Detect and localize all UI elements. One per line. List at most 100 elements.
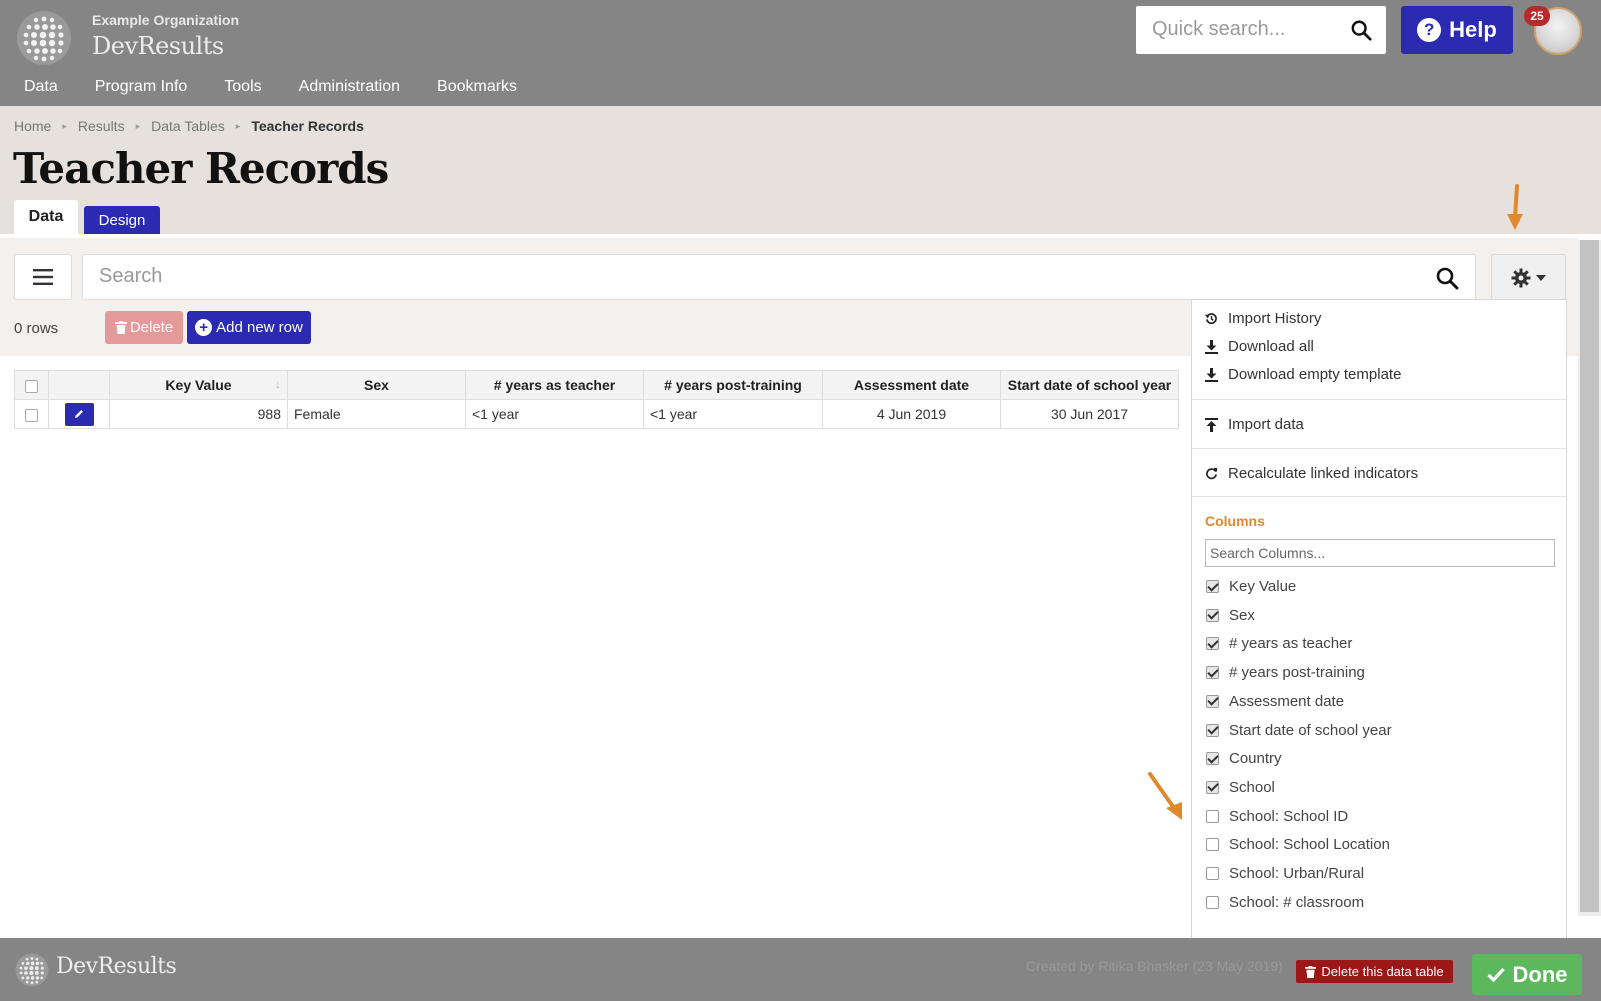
- refresh-icon: [1204, 467, 1218, 481]
- column-option[interactable]: School: School ID: [1206, 808, 1348, 825]
- done-button[interactable]: Done: [1472, 954, 1582, 995]
- checkmark-icon: [1486, 967, 1505, 982]
- page-scrollbar[interactable]: [1578, 240, 1601, 916]
- tab-design[interactable]: Design: [84, 206, 160, 234]
- column-checkbox[interactable]: [1206, 723, 1219, 737]
- annotation-arrow-icon: [1148, 772, 1182, 820]
- delete-data-table-button[interactable]: Delete this data table: [1296, 960, 1453, 983]
- cell-key-value[interactable]: 988: [109, 399, 288, 429]
- column-option-label: # years as teacher: [1229, 635, 1353, 653]
- question-circle-icon: ?: [1417, 18, 1442, 42]
- table-search-input[interactable]: [99, 265, 1399, 288]
- edit-column-header: [48, 370, 110, 400]
- data-table: Key Value ↓ Sex # years as teacher # yea…: [14, 370, 1179, 429]
- menu-item-label: Download all: [1228, 338, 1314, 355]
- menu-item-label: Download empty template: [1228, 366, 1402, 383]
- column-option[interactable]: School: # classroom: [1206, 894, 1364, 911]
- search-icon[interactable]: [1435, 266, 1459, 290]
- nav-item-program-info[interactable]: Program Info: [95, 78, 187, 96]
- column-option-label: School: School ID: [1229, 807, 1349, 825]
- edit-row-button[interactable]: [64, 402, 94, 426]
- cell-start-date[interactable]: 30 Jun 2017: [1000, 399, 1179, 429]
- search-icon[interactable]: [1350, 19, 1372, 41]
- column-checkbox[interactable]: [1206, 608, 1219, 622]
- column-option[interactable]: # years as teacher: [1206, 635, 1352, 652]
- sort-arrow-down-icon[interactable]: ↓: [275, 377, 281, 391]
- trash-icon: [114, 321, 127, 334]
- columns-search-input[interactable]: [1205, 539, 1555, 567]
- column-option[interactable]: Assessment date: [1206, 693, 1344, 710]
- nav-item-tools[interactable]: Tools: [224, 78, 261, 96]
- table-header-row: Key Value ↓ Sex # years as teacher # yea…: [14, 370, 1179, 400]
- column-checkbox[interactable]: [1206, 637, 1219, 651]
- column-checkbox[interactable]: [1206, 580, 1219, 593]
- column-checkbox[interactable]: [1206, 895, 1219, 909]
- column-checkbox[interactable]: [1206, 780, 1219, 794]
- menu-button[interactable]: [14, 254, 72, 300]
- column-checkbox[interactable]: [1206, 838, 1219, 852]
- cell-years-post-training[interactable]: <1 year: [643, 399, 823, 429]
- page-heading-area: Home ▸ Results ▸ Data Tables ▸ Teacher R…: [0, 106, 1601, 234]
- column-option[interactable]: Sex: [1206, 607, 1255, 624]
- quick-search-input[interactable]: [1152, 18, 1342, 41]
- column-header-sex[interactable]: Sex: [287, 370, 466, 400]
- delete-button[interactable]: Delete: [105, 311, 183, 344]
- nav-item-administration[interactable]: Administration: [299, 78, 400, 96]
- column-checkbox[interactable]: [1206, 867, 1219, 880]
- settings-dropdown-button[interactable]: [1491, 254, 1566, 301]
- download-icon: [1204, 367, 1218, 382]
- column-checkbox[interactable]: [1206, 752, 1219, 766]
- column-checkbox[interactable]: [1206, 666, 1219, 680]
- help-button[interactable]: ? Help: [1401, 6, 1513, 54]
- menu-item-download-empty-template[interactable]: Download empty template: [1204, 366, 1401, 383]
- devresults-logo-icon[interactable]: [16, 10, 72, 66]
- settings-dropdown-menu: Import History Download all Download emp…: [1191, 299, 1567, 939]
- menu-divider: [1192, 448, 1566, 449]
- column-option-label: School: Urban/Rural: [1229, 865, 1365, 882]
- column-option[interactable]: Country: [1206, 750, 1282, 767]
- breadcrumb-home[interactable]: Home: [14, 118, 51, 134]
- column-option[interactable]: School: Urban/Rural: [1206, 865, 1364, 882]
- menu-item-label: Import History: [1228, 310, 1322, 327]
- cell-assessment-date[interactable]: 4 Jun 2019: [822, 399, 1001, 429]
- column-option[interactable]: School: [1206, 779, 1275, 796]
- column-option[interactable]: Start date of school year: [1206, 722, 1392, 739]
- nav-item-data[interactable]: Data: [24, 78, 58, 96]
- column-option-label: Assessment date: [1229, 692, 1345, 710]
- column-checkbox[interactable]: [1206, 694, 1219, 708]
- column-option-label: Country: [1229, 750, 1282, 768]
- menu-divider: [1192, 399, 1566, 400]
- app-name: DevResults: [92, 32, 224, 60]
- pencil-icon: [75, 410, 83, 418]
- menu-item-recalculate-linked-indicators[interactable]: Recalculate linked indicators: [1204, 465, 1418, 482]
- cell-years-as-teacher[interactable]: <1 year: [465, 399, 644, 429]
- column-header-years-post-training[interactable]: # years post-training: [643, 370, 823, 400]
- column-option[interactable]: School: School Location: [1206, 836, 1390, 853]
- column-checkbox[interactable]: [1206, 809, 1219, 823]
- cell-sex[interactable]: Female: [287, 399, 466, 429]
- column-header-assessment-date[interactable]: Assessment date: [822, 370, 1001, 400]
- tab-data[interactable]: Data: [14, 200, 78, 234]
- column-option-label: Key Value: [1229, 578, 1297, 595]
- nav-item-bookmarks[interactable]: Bookmarks: [437, 78, 517, 96]
- select-all-checkbox[interactable]: [25, 379, 38, 393]
- notification-badge[interactable]: 25: [1524, 6, 1550, 26]
- row-checkbox[interactable]: [25, 408, 38, 422]
- add-new-row-button[interactable]: + Add new row: [187, 311, 311, 344]
- column-header-start-date[interactable]: Start date of school year: [1000, 370, 1179, 400]
- help-label: Help: [1449, 17, 1497, 42]
- column-option-label: School: [1229, 778, 1275, 796]
- menu-item-label: Import data: [1228, 416, 1304, 433]
- page-title: Teacher Records: [13, 144, 389, 193]
- column-option[interactable]: Key Value: [1206, 578, 1296, 595]
- column-header-years-as-teacher[interactable]: # years as teacher: [465, 370, 644, 400]
- column-header-key-value[interactable]: Key Value ↓: [109, 370, 288, 400]
- scrollbar-thumb[interactable]: [1580, 240, 1599, 912]
- table-row: 988 Female <1 year <1 year 4 Jun 2019 30…: [14, 399, 1179, 429]
- breadcrumb-data-tables[interactable]: Data Tables: [151, 118, 225, 134]
- column-option[interactable]: # years post-training: [1206, 664, 1365, 681]
- breadcrumb-results[interactable]: Results: [78, 118, 125, 134]
- menu-item-download-all[interactable]: Download all: [1204, 338, 1314, 355]
- menu-item-import-data[interactable]: Import data: [1204, 416, 1304, 433]
- menu-item-import-history[interactable]: Import History: [1204, 310, 1321, 327]
